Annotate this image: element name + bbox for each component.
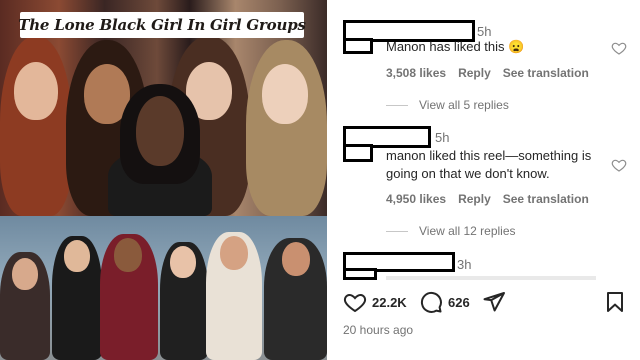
see-translation-link[interactable]: See translation	[503, 66, 589, 80]
comment-count: 626	[448, 294, 470, 310]
group-photo-bottom	[0, 216, 327, 360]
comment-likes[interactable]: 3,508 likes	[386, 66, 446, 80]
reply-button[interactable]: Reply	[458, 66, 491, 80]
comments-panel: 5h Manon has liked this 😦 3,508 likes Re…	[327, 0, 640, 360]
comment-time: 5h	[477, 24, 492, 39]
share-button[interactable]	[482, 290, 506, 314]
view-replies-link[interactable]: View all 12 replies	[386, 224, 516, 238]
comment-text: Manon has liked this 😦	[386, 39, 525, 54]
reply-divider-line	[386, 104, 408, 106]
redacted-avatar	[343, 144, 373, 162]
post-action-bar: 22.2K 626	[343, 290, 628, 318]
reel-title-banner: The Lone Black Girl In Girl Groups	[18, 12, 306, 38]
comment-time: 5h	[435, 130, 450, 145]
comment-bubble-icon	[420, 291, 442, 313]
comment-time: 3h	[457, 257, 472, 272]
redacted-avatar	[343, 38, 373, 54]
view-replies-link[interactable]: View all 5 replies	[386, 98, 509, 112]
comment-button[interactable]: 626	[419, 290, 470, 314]
reply-divider-line	[386, 230, 408, 232]
bookmark-icon	[607, 292, 623, 312]
reel-video-preview[interactable]: The Lone Black Girl In Girl Groups	[0, 0, 327, 360]
comment-text-cutoff	[386, 276, 596, 280]
see-translation-link[interactable]: See translation	[503, 192, 589, 206]
heart-outline-icon[interactable]	[611, 40, 627, 56]
paper-plane-icon	[483, 292, 505, 312]
reply-button[interactable]: Reply	[458, 192, 491, 206]
like-button[interactable]: 22.2K	[343, 290, 407, 314]
post-timestamp: 20 hours ago	[343, 323, 414, 337]
heart-icon	[343, 293, 367, 313]
view-replies-label: View all 5 replies	[419, 98, 509, 112]
redacted-avatar	[343, 268, 377, 280]
save-button[interactable]	[603, 290, 627, 314]
comment-text: manon liked this reel—something is going…	[386, 148, 592, 181]
like-count: 22.2K	[372, 294, 407, 310]
view-replies-label: View all 12 replies	[419, 224, 516, 238]
reel-title: The Lone Black Girl In Girl Groups	[18, 16, 306, 34]
heart-outline-icon[interactable]	[611, 157, 627, 173]
comment-likes[interactable]: 4,950 likes	[386, 192, 446, 206]
